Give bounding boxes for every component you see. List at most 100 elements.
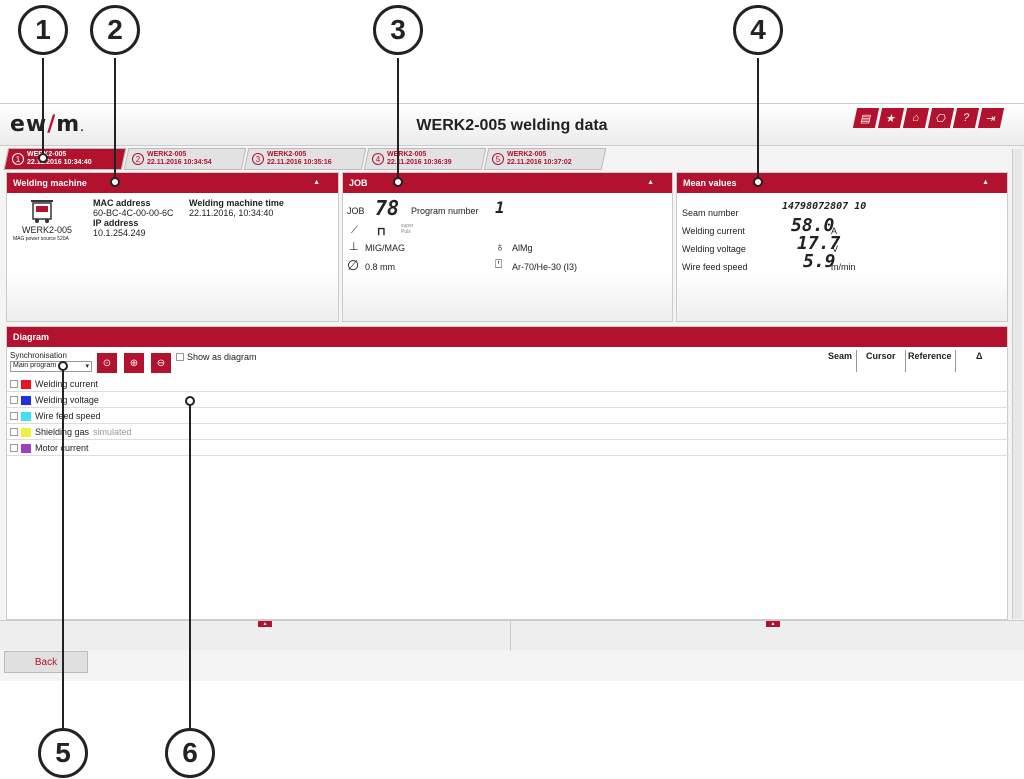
tab-session-2[interactable]: 2 WERK2-005 22.11.2016 10:34:54 (123, 148, 247, 170)
tab-number: 3 (252, 153, 264, 165)
exit-button[interactable]: ⇥ (977, 108, 1005, 128)
channel-color-swatch (21, 379, 31, 389)
home-icon: ⌂ (911, 112, 921, 124)
collapse-icon[interactable]: ▲ (647, 179, 654, 186)
collapse-icon[interactable]: ▲ (982, 179, 989, 186)
back-button[interactable]: Back (4, 651, 88, 673)
help-button[interactable]: ? (952, 108, 980, 128)
job-panel: JOB ▲ JOB 78 Program number 1 ⟋ ⊓ super P… (342, 172, 673, 322)
ip-value: 10.1.254.249 (93, 228, 146, 238)
mean-values-panel: Mean values ▲ Seam number 14798072807 10 … (676, 172, 1008, 322)
seam-number-value: 14798072807 10 (782, 201, 867, 212)
tab-label: WERK2-005 22.11.2016 10:37:02 (507, 151, 572, 166)
channel-row[interactable]: Wire feed speed (7, 409, 1009, 424)
tab-label: WERK2-005 22.11.2016 10:34:54 (147, 151, 212, 166)
operating-mode-icon: ⊓ (377, 226, 386, 238)
callout-line-6 (189, 404, 191, 728)
channel-row[interactable]: Welding current (7, 377, 1009, 392)
callout-line-2 (114, 58, 116, 178)
callout-line-3 (397, 58, 399, 178)
column-delta: Δ (976, 351, 983, 361)
channel-label: Welding current (35, 379, 98, 389)
callout-1: 1 (18, 5, 68, 55)
print-icon: ▤ (859, 112, 873, 125)
sync-select[interactable]: Main program ▾ (10, 361, 92, 372)
channel-color-swatch (21, 395, 31, 405)
channel-checkbox[interactable] (10, 380, 18, 388)
tab-session-4[interactable]: 4 WERK2-005 22.11.2016 10:36:39 (363, 148, 487, 170)
tab-number: 2 (132, 153, 144, 165)
column-cursor: Cursor (866, 351, 896, 361)
star-icon: ★ (884, 112, 898, 125)
column-divider (955, 350, 956, 372)
machine-icon (31, 200, 53, 223)
callout-2: 2 (90, 5, 140, 55)
star-button[interactable]: ★ (877, 108, 905, 128)
callout-dot-4 (753, 177, 763, 187)
gas-cylinder-icon: ⍞ (495, 257, 503, 271)
channel-checkbox[interactable] (10, 444, 18, 452)
callout-line-4 (757, 58, 759, 178)
column-seam: Seam (828, 351, 853, 361)
program-label: Program number (411, 206, 479, 216)
welding-machine-header[interactable]: Welding machine ▲ (7, 173, 338, 193)
diameter-value: 0.8 mm (365, 262, 396, 272)
network-button[interactable]: ⎔ (927, 108, 955, 128)
print-button[interactable]: ▤ (852, 108, 880, 128)
zoom-in-button[interactable]: ⊕ (124, 353, 144, 373)
channel-checkbox[interactable] (10, 412, 18, 420)
mac-label: MAC address (93, 198, 151, 208)
machine-subtitle: MAG power source 520A (13, 236, 69, 242)
top-bar: ew/m. WERK2-005 welding data ▤ ★ ⌂ ⎔? ⇥ (0, 104, 1024, 146)
expand-right-icon[interactable]: ▲ (766, 621, 780, 627)
tab-session-3[interactable]: 3 WERK2-005 22.11.2016 10:35:16 (243, 148, 367, 170)
callout-6: 6 (165, 728, 215, 778)
home-button[interactable]: ⌂ (902, 108, 930, 128)
callout-3: 3 (373, 5, 423, 55)
app-window: ew/m. WERK2-005 welding data ▤★⌂⎔?⇥ 1WER… (0, 103, 1024, 681)
seam-number-label: Seam number (682, 208, 739, 218)
show-as-diagram-checkbox[interactable] (176, 353, 184, 361)
channel-row[interactable]: Shielding gas simulated (7, 425, 1009, 440)
callout-5: 5 (38, 728, 88, 778)
process-icon: ⊥ (349, 241, 359, 253)
channel-row[interactable]: Motor current (7, 441, 1009, 456)
torch-icon: ⟋ (351, 225, 358, 236)
mac-value: 60-BC-4C-00-00-6C (93, 208, 174, 218)
callout-dot-3 (393, 177, 403, 187)
zoom-fit-button[interactable]: ⊙ (97, 353, 117, 373)
tab-session-5[interactable]: 5 WERK2-005 22.11.2016 10:37:02 (483, 148, 607, 170)
show-as-diagram-label: Show as diagram (187, 352, 257, 362)
column-divider (905, 350, 906, 372)
zoom-out-button[interactable]: ⊖ (151, 353, 171, 373)
callout-dot-5 (58, 361, 68, 371)
superpuls-icon: super Puls (401, 223, 414, 235)
tab-session-1[interactable]: 1WERK2-00522.11.2016 10:34:40 (3, 148, 127, 170)
channel-checkbox[interactable] (10, 396, 18, 404)
column-reference: Reference (908, 351, 952, 361)
mean-values-header[interactable]: Mean values ▲ (677, 173, 1007, 193)
diagram-header[interactable]: Diagram (7, 327, 1007, 347)
wire-feed-label: Wire feed speed (682, 262, 748, 272)
session-tabs: 1WERK2-00522.11.2016 10:34:402WERK2-0052… (3, 148, 607, 170)
expand-left-icon[interactable]: ▲ (258, 621, 272, 627)
wire-feed-unit: m/min (831, 262, 856, 272)
callout-dot-6 (185, 396, 195, 406)
channel-color-swatch (21, 411, 31, 421)
vertical-scrollbar[interactable] (1012, 149, 1022, 619)
tab-number: 4 (372, 153, 384, 165)
channel-color-swatch (21, 443, 31, 453)
machine-name: WERK2-005 (22, 225, 73, 235)
process-value: MIG/MAG (365, 243, 405, 253)
show-as-diagram-toggle[interactable]: Show as diagram (176, 352, 257, 362)
zoom-in-icon: ⊕ (129, 357, 139, 369)
channel-note: simulated (93, 427, 132, 437)
callout-4: 4 (733, 5, 783, 55)
channel-checkbox[interactable] (10, 428, 18, 436)
callout-line-5 (62, 366, 64, 728)
collapse-icon[interactable]: ▲ (313, 179, 320, 186)
tab-number: 5 (492, 153, 504, 165)
channel-row[interactable]: Welding voltage (7, 393, 1009, 408)
help-icon: ? (961, 112, 971, 124)
callout-dot-1 (38, 153, 48, 163)
